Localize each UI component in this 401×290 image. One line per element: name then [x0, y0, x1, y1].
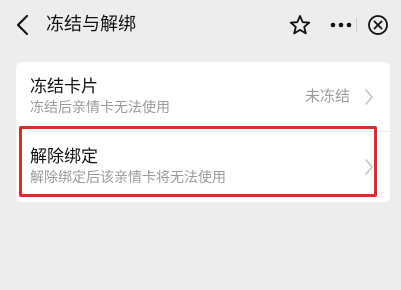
- freeze-card-row[interactable]: 冻结卡片 冻结后亲情卡无法使用 未冻结: [16, 62, 390, 132]
- chevron-right-icon: [365, 159, 373, 175]
- unbind-row[interactable]: 解除绑定 解除绑定后该亲情卡将无法使用: [16, 132, 390, 202]
- star-icon[interactable]: [288, 13, 312, 37]
- freeze-card-title: 冻结卡片: [30, 77, 98, 97]
- more-icon[interactable]: [328, 14, 354, 36]
- back-arrow-icon[interactable]: [12, 13, 34, 37]
- toolbar-divider: [356, 18, 357, 32]
- freeze-status: 未冻结: [304, 87, 350, 105]
- settings-card: 冻结卡片 冻结后亲情卡无法使用 未冻结 解除绑定 解除绑定后该亲情卡将无法使用: [16, 62, 390, 202]
- unbind-title: 解除绑定: [30, 147, 98, 167]
- page-title: 冻结与解绑: [46, 14, 136, 35]
- chevron-right-icon: [365, 89, 373, 105]
- top-bar: 冻结与解绑: [0, 0, 401, 50]
- close-icon[interactable]: [366, 13, 390, 37]
- freeze-card-subtitle: 冻结后亲情卡无法使用: [30, 100, 170, 116]
- unbind-subtitle: 解除绑定后该亲情卡将无法使用: [30, 170, 226, 186]
